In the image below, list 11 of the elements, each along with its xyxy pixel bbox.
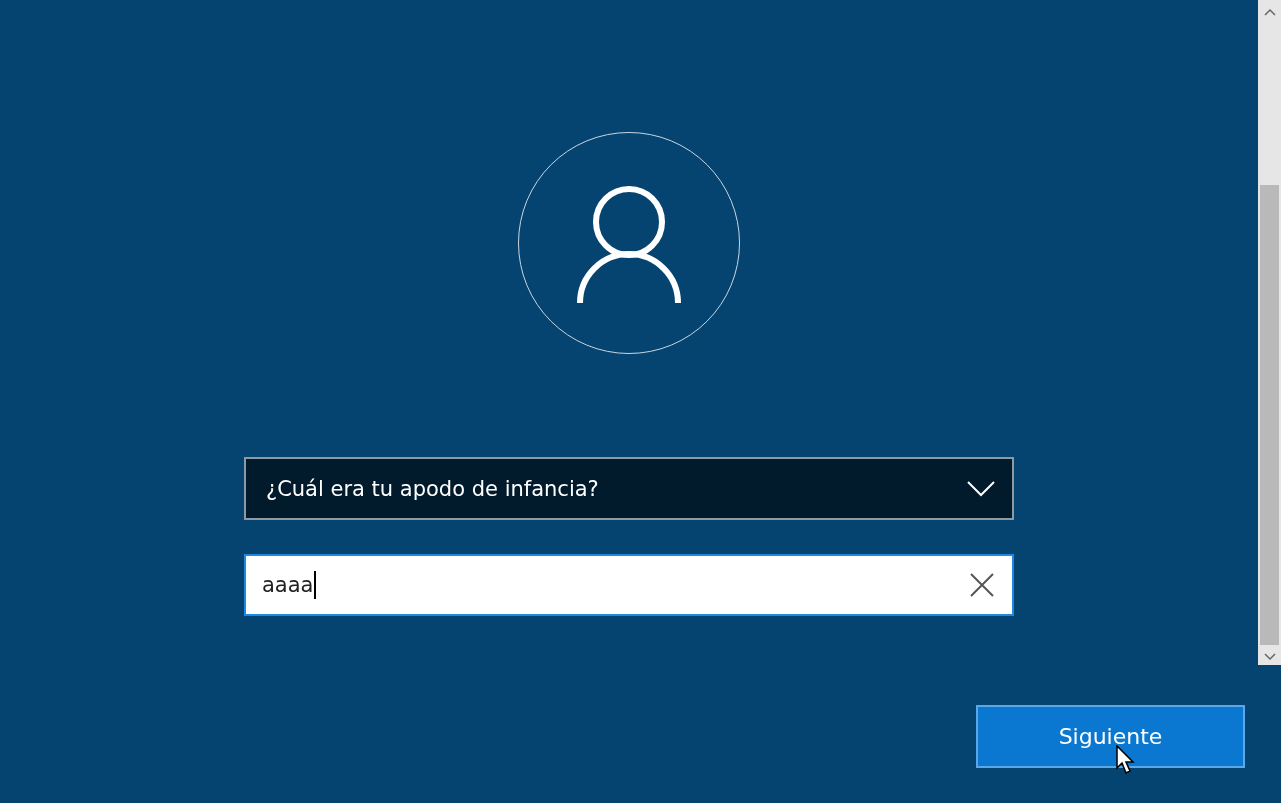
text-cursor (314, 571, 316, 599)
scroll-down-icon[interactable] (1263, 653, 1276, 661)
answer-field[interactable]: aaaa (244, 554, 1014, 616)
security-question-dropdown[interactable]: ¿Cuál era tu apodo de infancia? (244, 457, 1014, 520)
scrollbar-thumb[interactable] (1260, 185, 1279, 645)
clear-icon[interactable] (970, 573, 994, 597)
scroll-up-icon[interactable] (1263, 8, 1276, 16)
scrollbar[interactable] (1258, 0, 1281, 665)
next-button[interactable]: Siguiente (976, 705, 1245, 768)
chevron-down-icon (967, 480, 995, 497)
person-icon (577, 186, 681, 306)
